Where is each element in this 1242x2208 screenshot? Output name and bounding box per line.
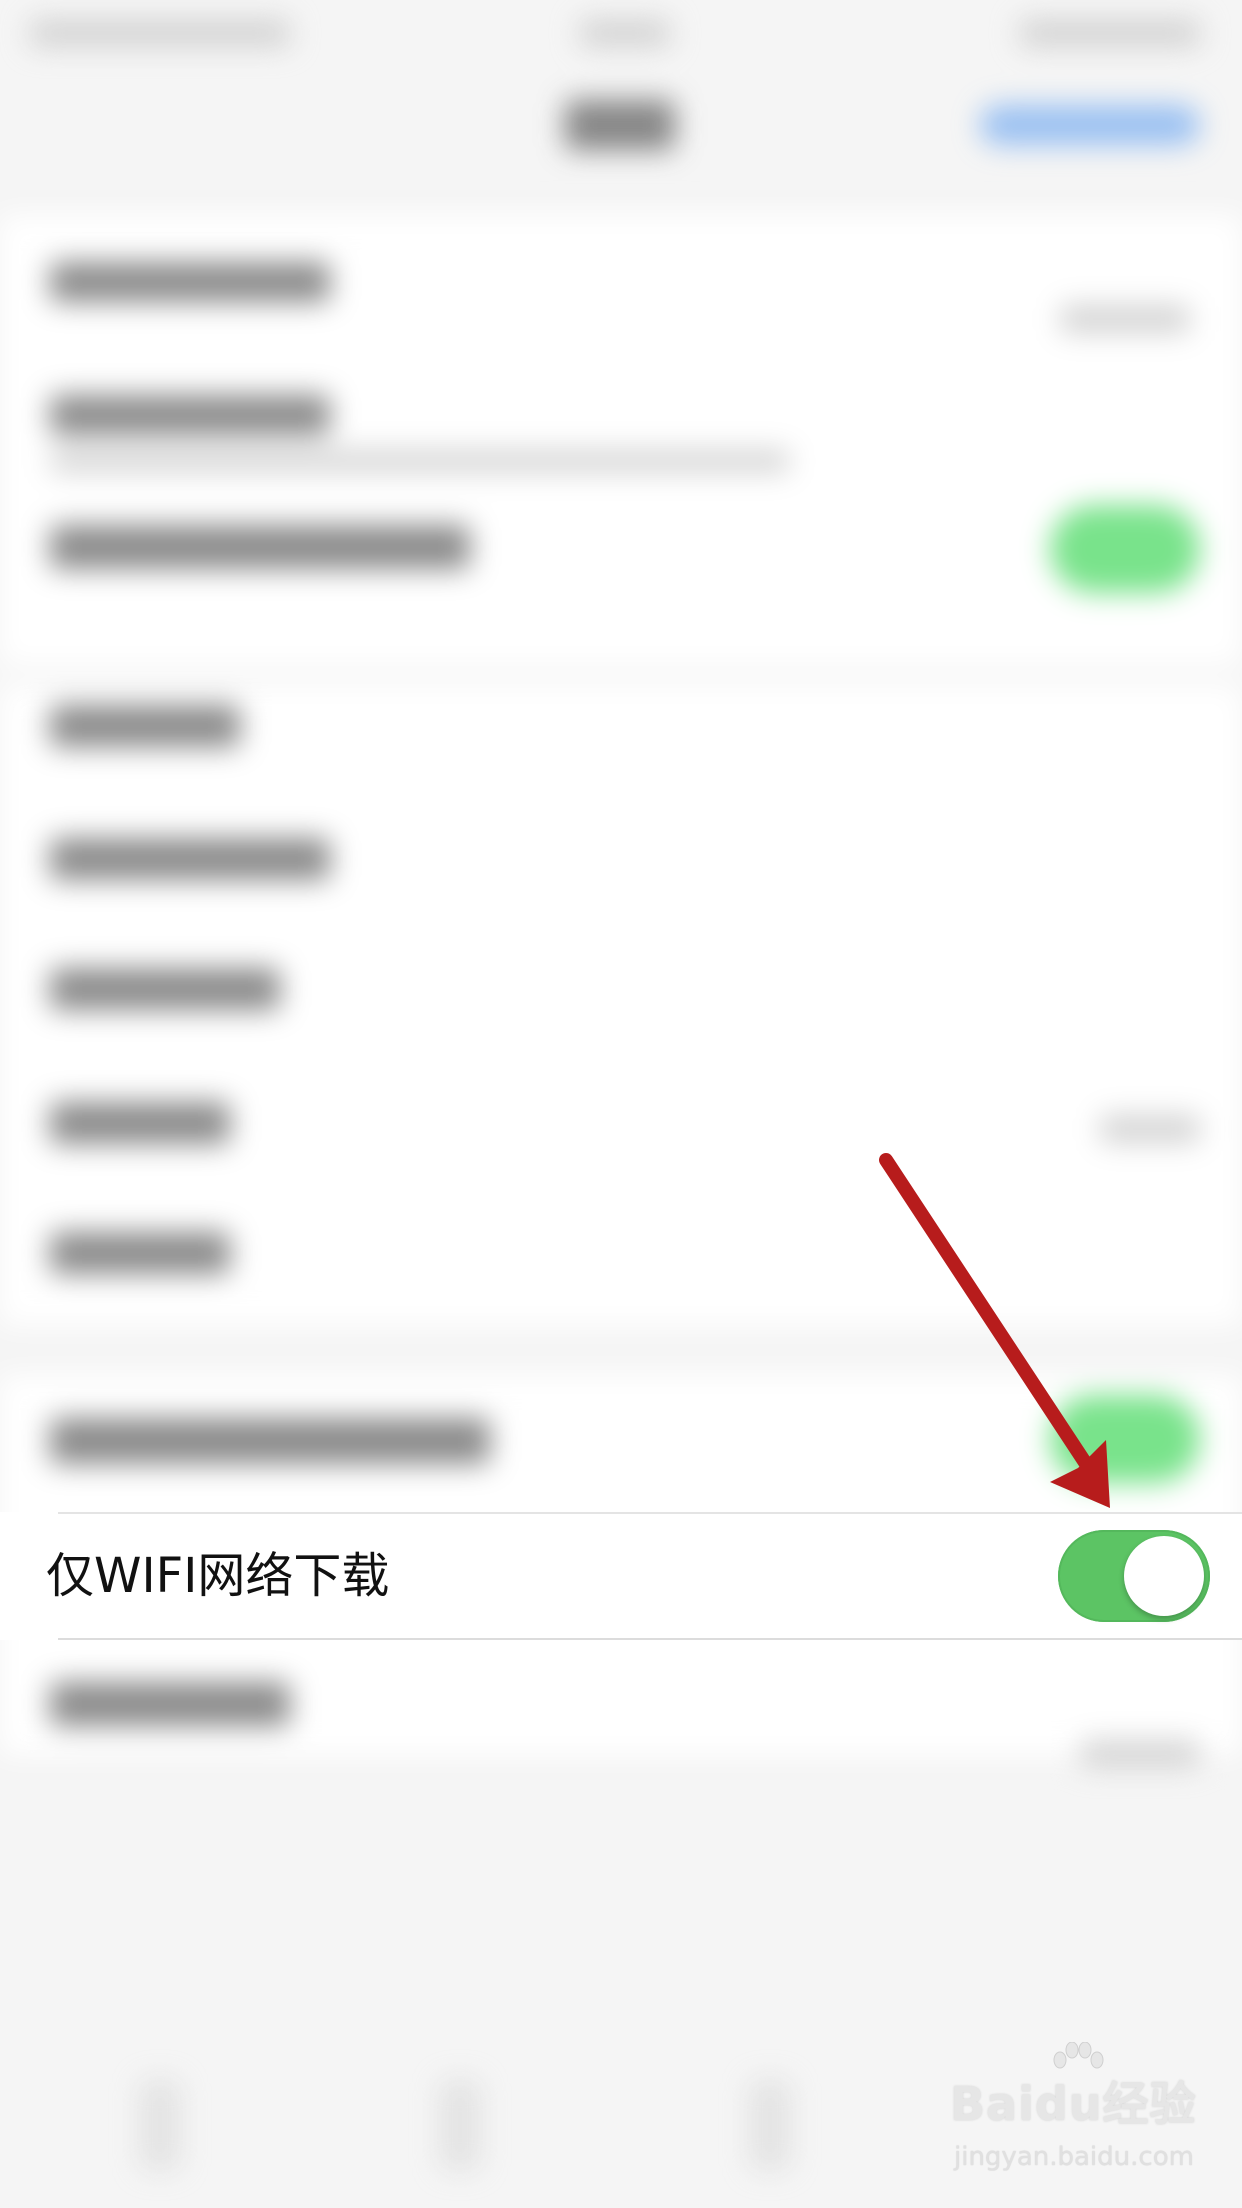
row-5-blur [50, 838, 330, 880]
row-1-value-blur [1060, 305, 1190, 333]
tab-1-blur [140, 2080, 180, 2170]
row-10-blur [50, 1682, 290, 1726]
wifi-only-download-row: 仅WIFI网络下载 [0, 1512, 1242, 1640]
toggle-knob [1124, 1536, 1204, 1616]
row-divider-top [58, 1512, 1242, 1514]
row-7-blur [50, 1102, 230, 1144]
row-4-blur [50, 705, 240, 747]
row-6-blur [50, 968, 280, 1010]
status-bar-blur [30, 20, 290, 46]
row-2-note-blur [50, 450, 790, 472]
nav-title-blur [565, 100, 675, 150]
row-8-blur [50, 1232, 230, 1274]
row-10-value-blur [1080, 1740, 1200, 1766]
row-3-toggle-blur [1050, 505, 1200, 593]
row-divider-bottom [58, 1638, 1242, 1640]
row-2-blur [50, 395, 330, 435]
baidu-watermark: Baidu经验 jingyan.baidu.com [950, 2042, 1196, 2180]
wifi-only-download-toggle[interactable] [1058, 1530, 1210, 1622]
wifi-only-download-label: 仅WIFI网络下载 [46, 1548, 390, 1604]
row-1-blur [50, 262, 330, 302]
row-9-toggle-blur [1050, 1395, 1200, 1483]
nav-action-blur [980, 105, 1200, 145]
tab-2-blur [440, 2080, 480, 2170]
tab-3-blur [750, 2080, 790, 2170]
row-7-value-blur [1100, 1115, 1200, 1143]
blurred-background [0, 0, 1242, 2208]
row-9-blur [50, 1418, 490, 1464]
settings-screen: 仅WIFI网络下载 Baidu经验 jingyan.baidu.com [0, 0, 1242, 2208]
status-time-blur [580, 20, 670, 46]
row-3-blur [50, 525, 470, 569]
watermark-url: jingyan.baidu.com [954, 2142, 1194, 2172]
status-battery-blur [1020, 20, 1200, 46]
watermark-brand: Baidu经验 [950, 2077, 1197, 2131]
